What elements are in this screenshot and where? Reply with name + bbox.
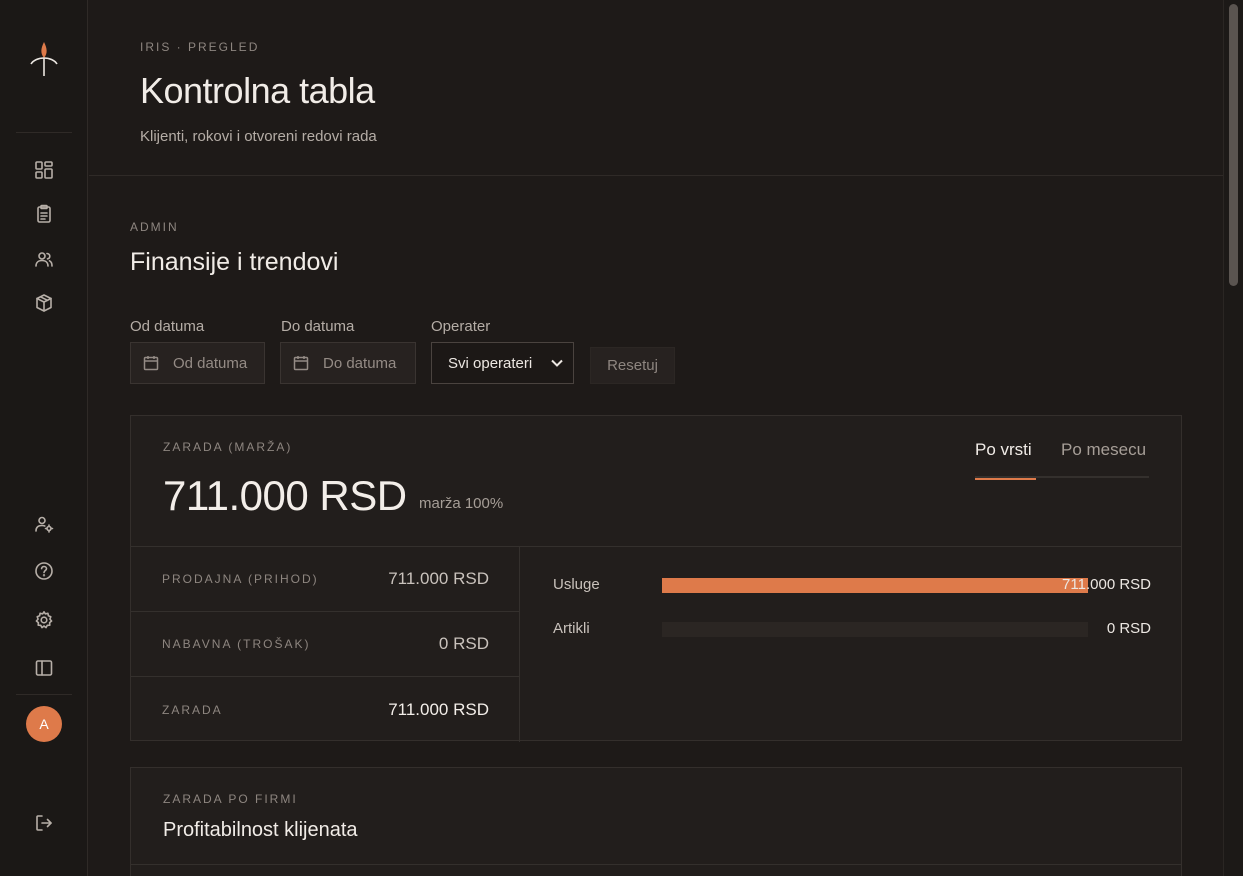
breakdown-label: Artikli [553,620,590,637]
sidebar-divider [16,694,72,695]
breakdown-value: 711.000 RSD [1062,576,1151,593]
operator-selected: Svi operateri [448,354,533,372]
summary-value: 711.000 RSD [388,699,489,719]
earnings-summary: PRODAJNA (PRIHOD) 711.000 RSD NABAVNA (T… [131,547,520,742]
breakdown-row-items: Artikli 0 RSD [553,620,1151,640]
card-divider [131,864,1181,865]
summary-label: PRODAJNA (PRIHOD) [162,572,319,586]
package-icon[interactable] [32,291,56,315]
section-title: Finansije i trendovi [130,248,339,276]
sidebar-divider [16,132,72,133]
earnings-tabs: Po vrsti Po mesecu [975,440,1149,480]
earnings-total: 711.000 RSD [163,472,407,519]
scrollbar-thumb[interactable] [1229,4,1238,286]
operator-select[interactable]: Svi operateri [431,342,574,384]
summary-row-earnings: ZARADA 711.000 RSD [131,677,520,742]
margin-note: marža 100% [419,495,504,512]
breakdown-bar-fill [662,578,1088,593]
sidebar: A [0,0,88,876]
from-date-input[interactable]: Od datuma [130,342,265,384]
section-eyebrow: ADMIN [130,220,179,234]
clients-title: Profitabilnost klijenata [163,819,358,841]
help-icon[interactable] [32,559,56,583]
earnings-details: PRODAJNA (PRIHOD) 711.000 RSD NABAVNA (T… [131,546,1181,742]
sidebar-toggle-icon[interactable] [32,656,56,680]
summary-value: 0 RSD [438,634,489,653]
scrollbar[interactable] [1223,0,1243,876]
dashboard-icon[interactable] [32,158,56,182]
clients-eyebrow: ZARADA PO FIRMI [163,792,298,806]
avatar[interactable]: A [26,706,62,742]
earnings-eyebrow: ZARADA (MARŽA) [163,440,293,454]
operator-label: Operater [431,318,491,335]
summary-label: ZARADA [162,702,223,717]
tab-by-month[interactable]: Po mesecu [1061,440,1149,478]
breakdown-bar-track [662,578,1088,593]
summary-row-revenue: PRODAJNA (PRIHOD) 711.000 RSD [131,547,520,612]
breadcrumb: IRIS · PREGLED [140,40,260,54]
tab-by-type[interactable]: Po vrsti [975,440,1036,480]
main-content: IRIS · PREGLED Kontrolna tabla Klijenti,… [89,0,1223,876]
breakdown-bar-track [662,622,1088,637]
gear-icon[interactable] [32,608,56,632]
to-date-placeholder: Do datuma [323,354,397,372]
from-date-label: Od datuma [130,318,205,335]
logo-icon[interactable] [28,40,60,80]
summary-row-cost: NABAVNA (TROŠAK) 0 RSD [131,612,520,677]
summary-label: NABAVNA (TROŠAK) [162,637,311,651]
earnings-card: ZARADA (MARŽA) 711.000 RSD marža 100% Po… [130,415,1182,742]
calendar-icon [293,356,309,371]
to-date-input[interactable]: Do datuma [280,342,416,384]
breakdown-row-services: Usluge 711.000 RSD [553,576,1151,596]
page-subtitle: Klijenti, rokovi i otvoreni redovi rada [140,128,377,145]
calendar-icon [143,356,159,371]
users-icon[interactable] [32,247,56,271]
page-title: Kontrolna tabla [140,70,375,111]
logout-icon[interactable] [32,811,56,835]
from-date-placeholder: Od datuma [173,354,248,372]
breakdown-label: Usluge [553,576,600,593]
page-header: IRIS · PREGLED Kontrolna tabla Klijenti,… [89,0,1223,176]
summary-value: 711.000 RSD [388,569,489,588]
to-date-label: Do datuma [281,318,355,335]
chevron-down-icon [551,359,563,367]
clients-card: ZARADA PO FIRMI Profitabilnost klijenata [130,767,1182,876]
user-settings-icon[interactable] [32,512,56,536]
clipboard-icon[interactable] [32,202,56,226]
reset-button[interactable]: Resetuj [590,347,675,384]
breakdown-value: 0 RSD [1106,620,1151,637]
